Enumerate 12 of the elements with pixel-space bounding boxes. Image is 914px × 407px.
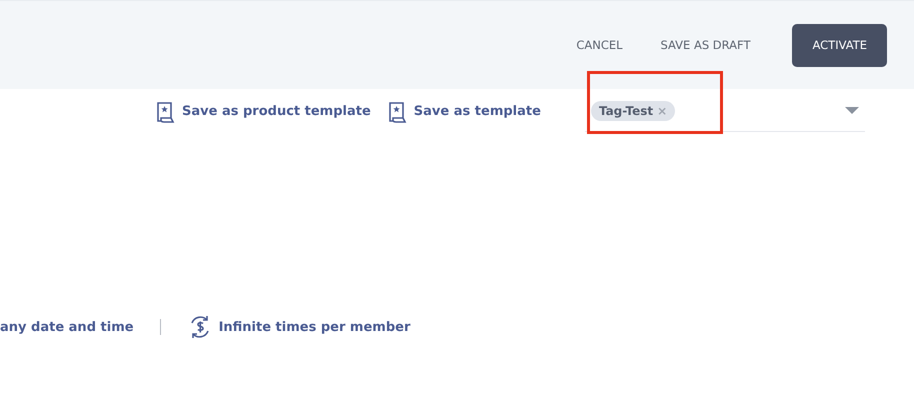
dropdown-caret-icon[interactable]	[844, 107, 859, 115]
tag-field[interactable]: Tag-Test ×	[584, 92, 865, 132]
summary-text: any date and time	[0, 320, 134, 334]
document-star-icon	[155, 100, 175, 122]
save-template-link[interactable]: Save as template	[386, 100, 541, 122]
save-template-link[interactable]: Save as product template	[155, 100, 371, 122]
activate-button[interactable]: ACTIVATE	[792, 24, 887, 66]
summary-text: Infinite times per member	[218, 320, 410, 334]
header-button[interactable]: CANCEL	[572, 30, 627, 60]
header-button[interactable]: SAVE AS DRAFT	[656, 30, 754, 60]
tag-chip: Tag-Test ×	[590, 101, 676, 121]
document-star-icon	[386, 100, 407, 122]
